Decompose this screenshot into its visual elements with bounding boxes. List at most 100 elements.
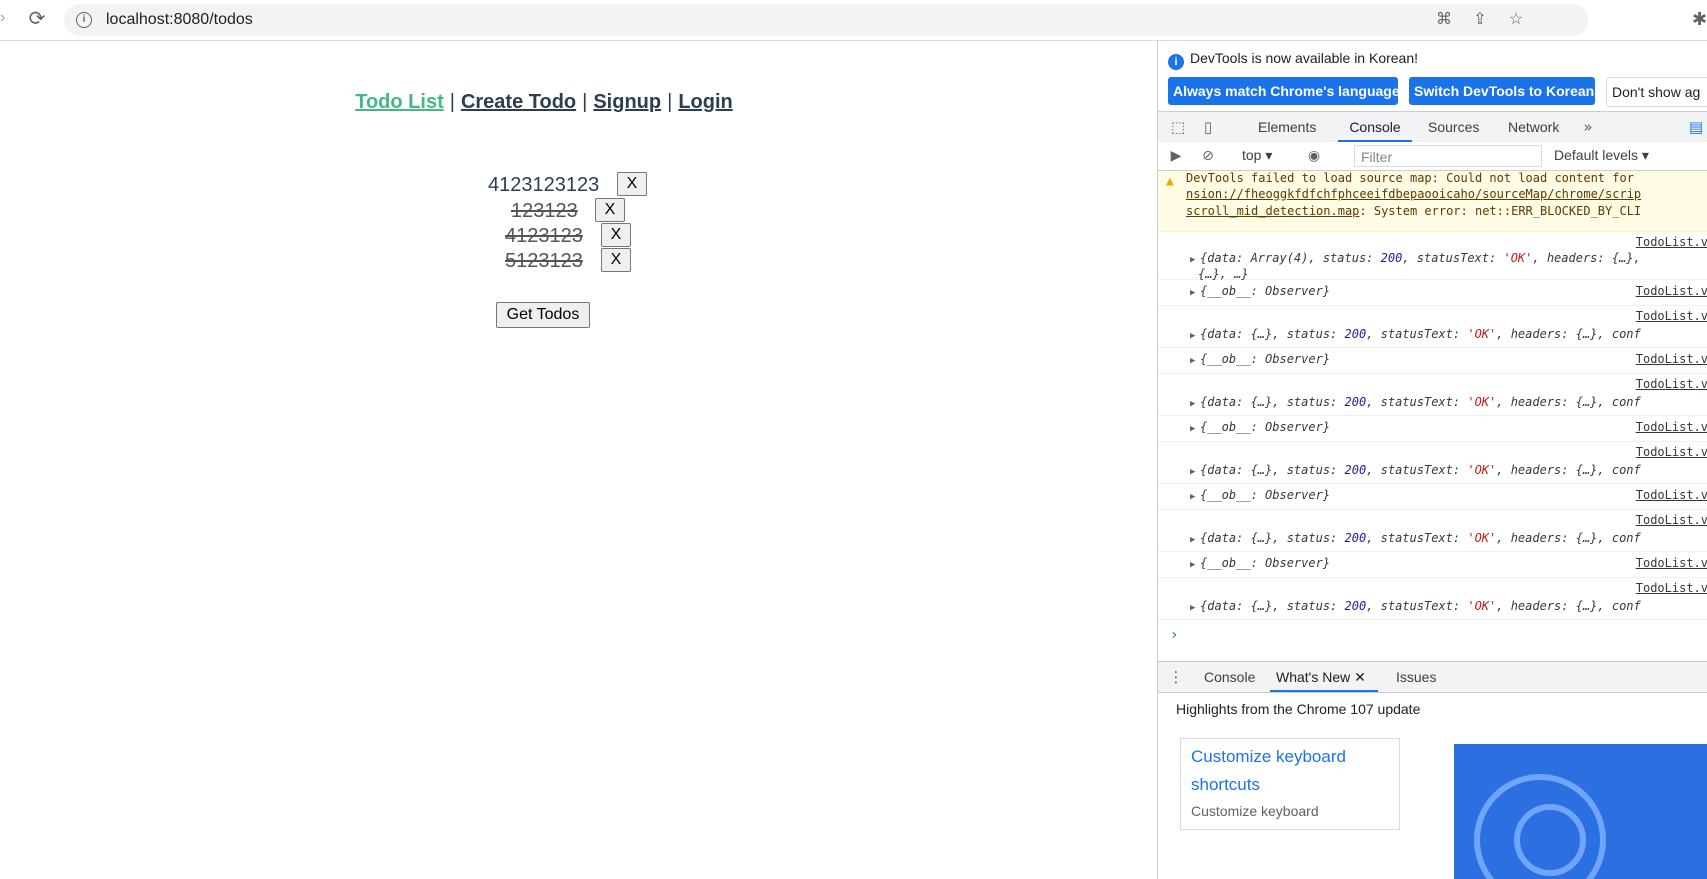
extensions-icon[interactable]: ✱ [1692, 9, 1707, 30]
site-info-icon[interactable]: i [76, 12, 92, 28]
inspect-element-icon[interactable]: ⬚ [1168, 117, 1188, 137]
console-message[interactable]: TodoList.v ▶ {data: Array(4), status: 20… [1158, 231, 1707, 281]
expand-triangle-icon[interactable]: ▶ [1190, 603, 1195, 613]
source-link[interactable]: TodoList.v [1636, 377, 1707, 391]
todo-item-text: 5123123 [505, 250, 583, 272]
delete-todo-button[interactable]: X [617, 172, 647, 196]
tab-elements[interactable]: Elements [1258, 112, 1316, 142]
banner-ring [1514, 804, 1586, 876]
expand-triangle-icon[interactable]: ▶ [1190, 467, 1195, 477]
forward-icon[interactable]: › [0, 9, 5, 27]
msg-number: 200 [1344, 463, 1367, 477]
console-message[interactable]: TodoList.v ▶ {__ob__: Observer} [1158, 415, 1707, 442]
msg-string: 'OK' [1467, 599, 1497, 613]
live-expression-eye-icon[interactable]: ◉ [1304, 146, 1324, 166]
context-select[interactable]: top ▾ [1242, 147, 1272, 164]
browser-toolbar: › ⟳ i localhost:8080/todos ⌘ ⇪ ☆ ✱ [0, 0, 1707, 41]
nav-create-todo[interactable]: Create Todo [461, 91, 576, 113]
console-message[interactable]: TodoList.v ▶ {data: {…}, status: 200, st… [1158, 509, 1707, 552]
switch-to-korean-button[interactable]: Switch DevTools to Korean [1409, 77, 1595, 105]
msg-string: 'OK' [1467, 531, 1497, 545]
feature-card[interactable]: Customize keyboard shortcuts Customize k… [1180, 738, 1400, 830]
get-todos-button[interactable]: Get Todos [496, 302, 590, 328]
msg-part: {__ob__: Observer} [1200, 488, 1331, 502]
msg-part: , headers: {…}, conf [1496, 599, 1641, 613]
drawer-menu-icon[interactable]: ⋮ [1166, 667, 1186, 687]
nav-separator: | [582, 91, 588, 113]
console-message[interactable]: TodoList.v ▶ {data: {…}, status: 200, st… [1158, 305, 1707, 348]
console-prompt[interactable]: › [1170, 627, 1178, 643]
todo-item-text: 123123 [511, 200, 578, 222]
address-bar[interactable]: i localhost:8080/todos ⌘ ⇪ ☆ [64, 4, 1588, 36]
console-message[interactable]: TodoList.v ▶ {data: {…}, status: 200, st… [1158, 373, 1707, 416]
console-message[interactable]: TodoList.v ▶ {data: {…}, status: 200, st… [1158, 441, 1707, 484]
expand-triangle-icon[interactable]: ▶ [1190, 331, 1195, 341]
devtools-panel: i DevTools is now available in Korean! Al… [1157, 41, 1707, 879]
nav-login[interactable]: Login [678, 91, 732, 113]
console-message[interactable]: TodoList.v ▶ {data: {…}, status: 200, st… [1158, 577, 1707, 620]
source-link[interactable]: TodoList.v [1636, 445, 1707, 459]
nav-todo-list[interactable]: Todo List [355, 91, 444, 113]
expand-triangle-icon[interactable]: ▶ [1190, 356, 1195, 366]
tab-console[interactable]: Console [1338, 112, 1412, 142]
chat-icon[interactable]: ▤ [1686, 117, 1706, 137]
device-toolbar-icon[interactable]: ▯ [1198, 117, 1218, 137]
console-message[interactable]: TodoList.v ▶ {__ob__: Observer} [1158, 483, 1707, 510]
tab-network[interactable]: Network [1508, 112, 1559, 142]
tab-sources[interactable]: Sources [1428, 112, 1479, 142]
drawer-tab-whats-new[interactable]: What's New ✕ [1270, 662, 1378, 692]
source-link[interactable]: TodoList.v [1636, 352, 1707, 366]
reload-icon[interactable]: ⟳ [24, 6, 50, 32]
console-message[interactable]: TodoList.v ▶ {__ob__: Observer} [1158, 347, 1707, 374]
translate-icon[interactable]: ⌘ [1434, 10, 1454, 30]
console-message[interactable]: TodoList.v ▶ {__ob__: Observer} [1158, 279, 1707, 306]
card-title[interactable]: Customize keyboard shortcuts [1191, 743, 1391, 799]
console-message[interactable]: TodoList.v ▶ {__ob__: Observer} [1158, 551, 1707, 578]
url-text[interactable]: localhost:8080/todos [106, 11, 253, 29]
close-icon[interactable]: ✕ [1354, 669, 1366, 685]
source-link[interactable]: TodoList.v [1636, 513, 1707, 527]
source-link[interactable]: TodoList.v [1636, 235, 1707, 249]
msg-part: {data: {…}, status: [1200, 395, 1345, 409]
drawer-tab-console[interactable]: Console [1204, 662, 1255, 692]
source-link[interactable]: TodoList.v [1636, 284, 1707, 298]
msg-number: 200 [1344, 599, 1367, 613]
expand-triangle-icon[interactable]: ▶ [1190, 492, 1195, 502]
msg-part: , headers: {…}, conf [1496, 395, 1641, 409]
nav-signup[interactable]: Signup [593, 91, 661, 113]
warning-link[interactable]: nsion://fheoggkfdfchfphceeifdbepaooicaho… [1186, 187, 1641, 201]
expand-triangle-icon[interactable]: ▶ [1190, 399, 1195, 409]
msg-part: {data: {…}, status: [1200, 599, 1345, 613]
share-icon[interactable]: ⇪ [1470, 10, 1490, 30]
drawer-tab-issues[interactable]: Issues [1396, 662, 1436, 692]
msg-string: 'OK' [1467, 395, 1497, 409]
more-tabs-icon[interactable]: » [1578, 117, 1598, 137]
clear-console-icon[interactable]: ⊘ [1198, 146, 1218, 166]
delete-todo-button[interactable]: X [595, 198, 625, 222]
dont-show-again-button[interactable]: Don't show ag [1606, 77, 1707, 107]
console-toolbar: ▶ ⊘ top ▾ ◉ Filter Default levels ▾ [1158, 142, 1707, 171]
console-warning: ▲ DevTools failed to load source map: Co… [1158, 171, 1707, 232]
source-link[interactable]: TodoList.v [1636, 488, 1707, 502]
log-levels-select[interactable]: Default levels ▾ [1554, 147, 1649, 164]
expand-triangle-icon[interactable]: ▶ [1190, 535, 1195, 545]
expand-triangle-icon[interactable]: ▶ [1190, 288, 1195, 298]
sourcemap-link[interactable]: scroll_mid_detection.map [1186, 204, 1359, 218]
filter-input[interactable]: Filter [1354, 145, 1542, 167]
expand-triangle-icon[interactable]: ▶ [1190, 424, 1195, 434]
card-subtitle: Customize keyboard [1191, 803, 1319, 819]
source-link[interactable]: TodoList.v [1636, 556, 1707, 570]
source-link[interactable]: TodoList.v [1636, 309, 1707, 323]
sidebar-toggle-icon[interactable]: ▶ [1166, 146, 1186, 166]
expand-triangle-icon[interactable]: ▶ [1190, 255, 1195, 265]
delete-todo-button[interactable]: X [601, 223, 631, 247]
bookmark-star-icon[interactable]: ☆ [1506, 10, 1526, 30]
msg-part: {data: {…}, status: [1200, 327, 1345, 341]
nav-separator: | [449, 91, 455, 113]
source-link[interactable]: TodoList.v [1636, 581, 1707, 595]
delete-todo-button[interactable]: X [601, 248, 631, 272]
match-language-button[interactable]: Always match Chrome's language [1168, 77, 1400, 105]
expand-triangle-icon[interactable]: ▶ [1190, 560, 1195, 570]
source-link[interactable]: TodoList.v [1636, 420, 1707, 434]
msg-part: , statusText: [1402, 251, 1504, 265]
